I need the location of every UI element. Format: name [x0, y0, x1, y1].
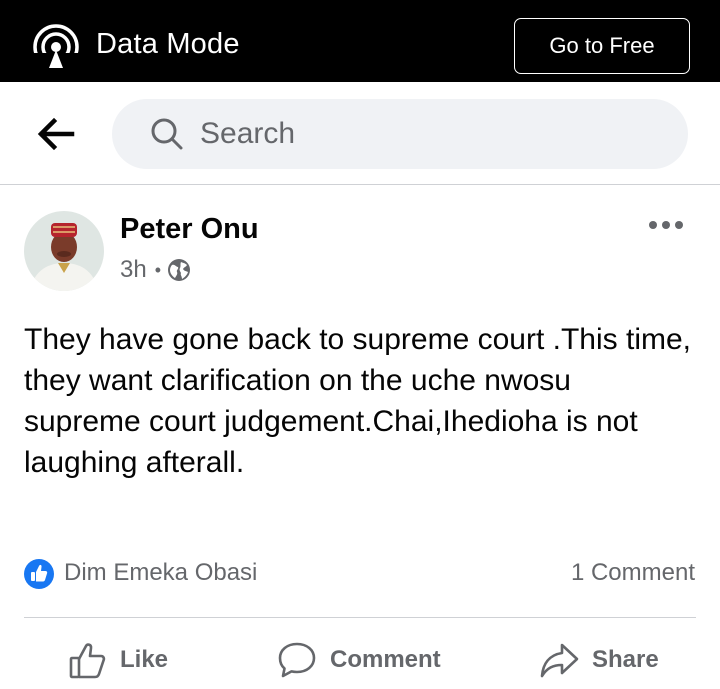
post-text: They have gone back to supreme court .Th… [24, 323, 691, 479]
comment-label: Comment [330, 646, 441, 673]
share-label: Share [592, 646, 659, 673]
data-mode-icon [32, 24, 80, 71]
data-mode-title: Data Mode [96, 28, 240, 60]
post-meta: 3h • [120, 256, 191, 284]
post-time[interactable]: 3h [120, 256, 147, 284]
comment-count[interactable]: 1 Comment [571, 559, 695, 587]
search-placeholder: Search [200, 117, 296, 150]
comment-button[interactable]: Comment [276, 638, 441, 682]
back-arrow-icon[interactable] [36, 116, 76, 152]
meta-separator: • [154, 259, 162, 280]
comment-icon [278, 642, 316, 678]
share-icon [540, 643, 579, 678]
go-to-free-button[interactable]: Go to Free [514, 18, 690, 74]
avatar-image [24, 211, 104, 291]
data-mode-bar: Data Mode Go to Free [0, 0, 720, 82]
avatar[interactable] [24, 211, 104, 291]
search-icon [151, 118, 183, 150]
share-button[interactable]: Share [538, 638, 659, 682]
post-author[interactable]: Peter Onu [120, 213, 259, 246]
header-divider [0, 184, 720, 185]
search-input[interactable]: Search [112, 99, 688, 169]
like-reaction-icon[interactable] [24, 559, 54, 589]
actions-divider [24, 617, 696, 618]
like-button[interactable]: Like [68, 638, 168, 682]
more-options-icon[interactable] [648, 216, 684, 234]
like-label: Like [120, 646, 169, 673]
thumbs-up-icon [69, 643, 106, 679]
reaction-names[interactable]: Dim Emeka Obasi [64, 559, 257, 587]
globe-icon [168, 259, 191, 281]
